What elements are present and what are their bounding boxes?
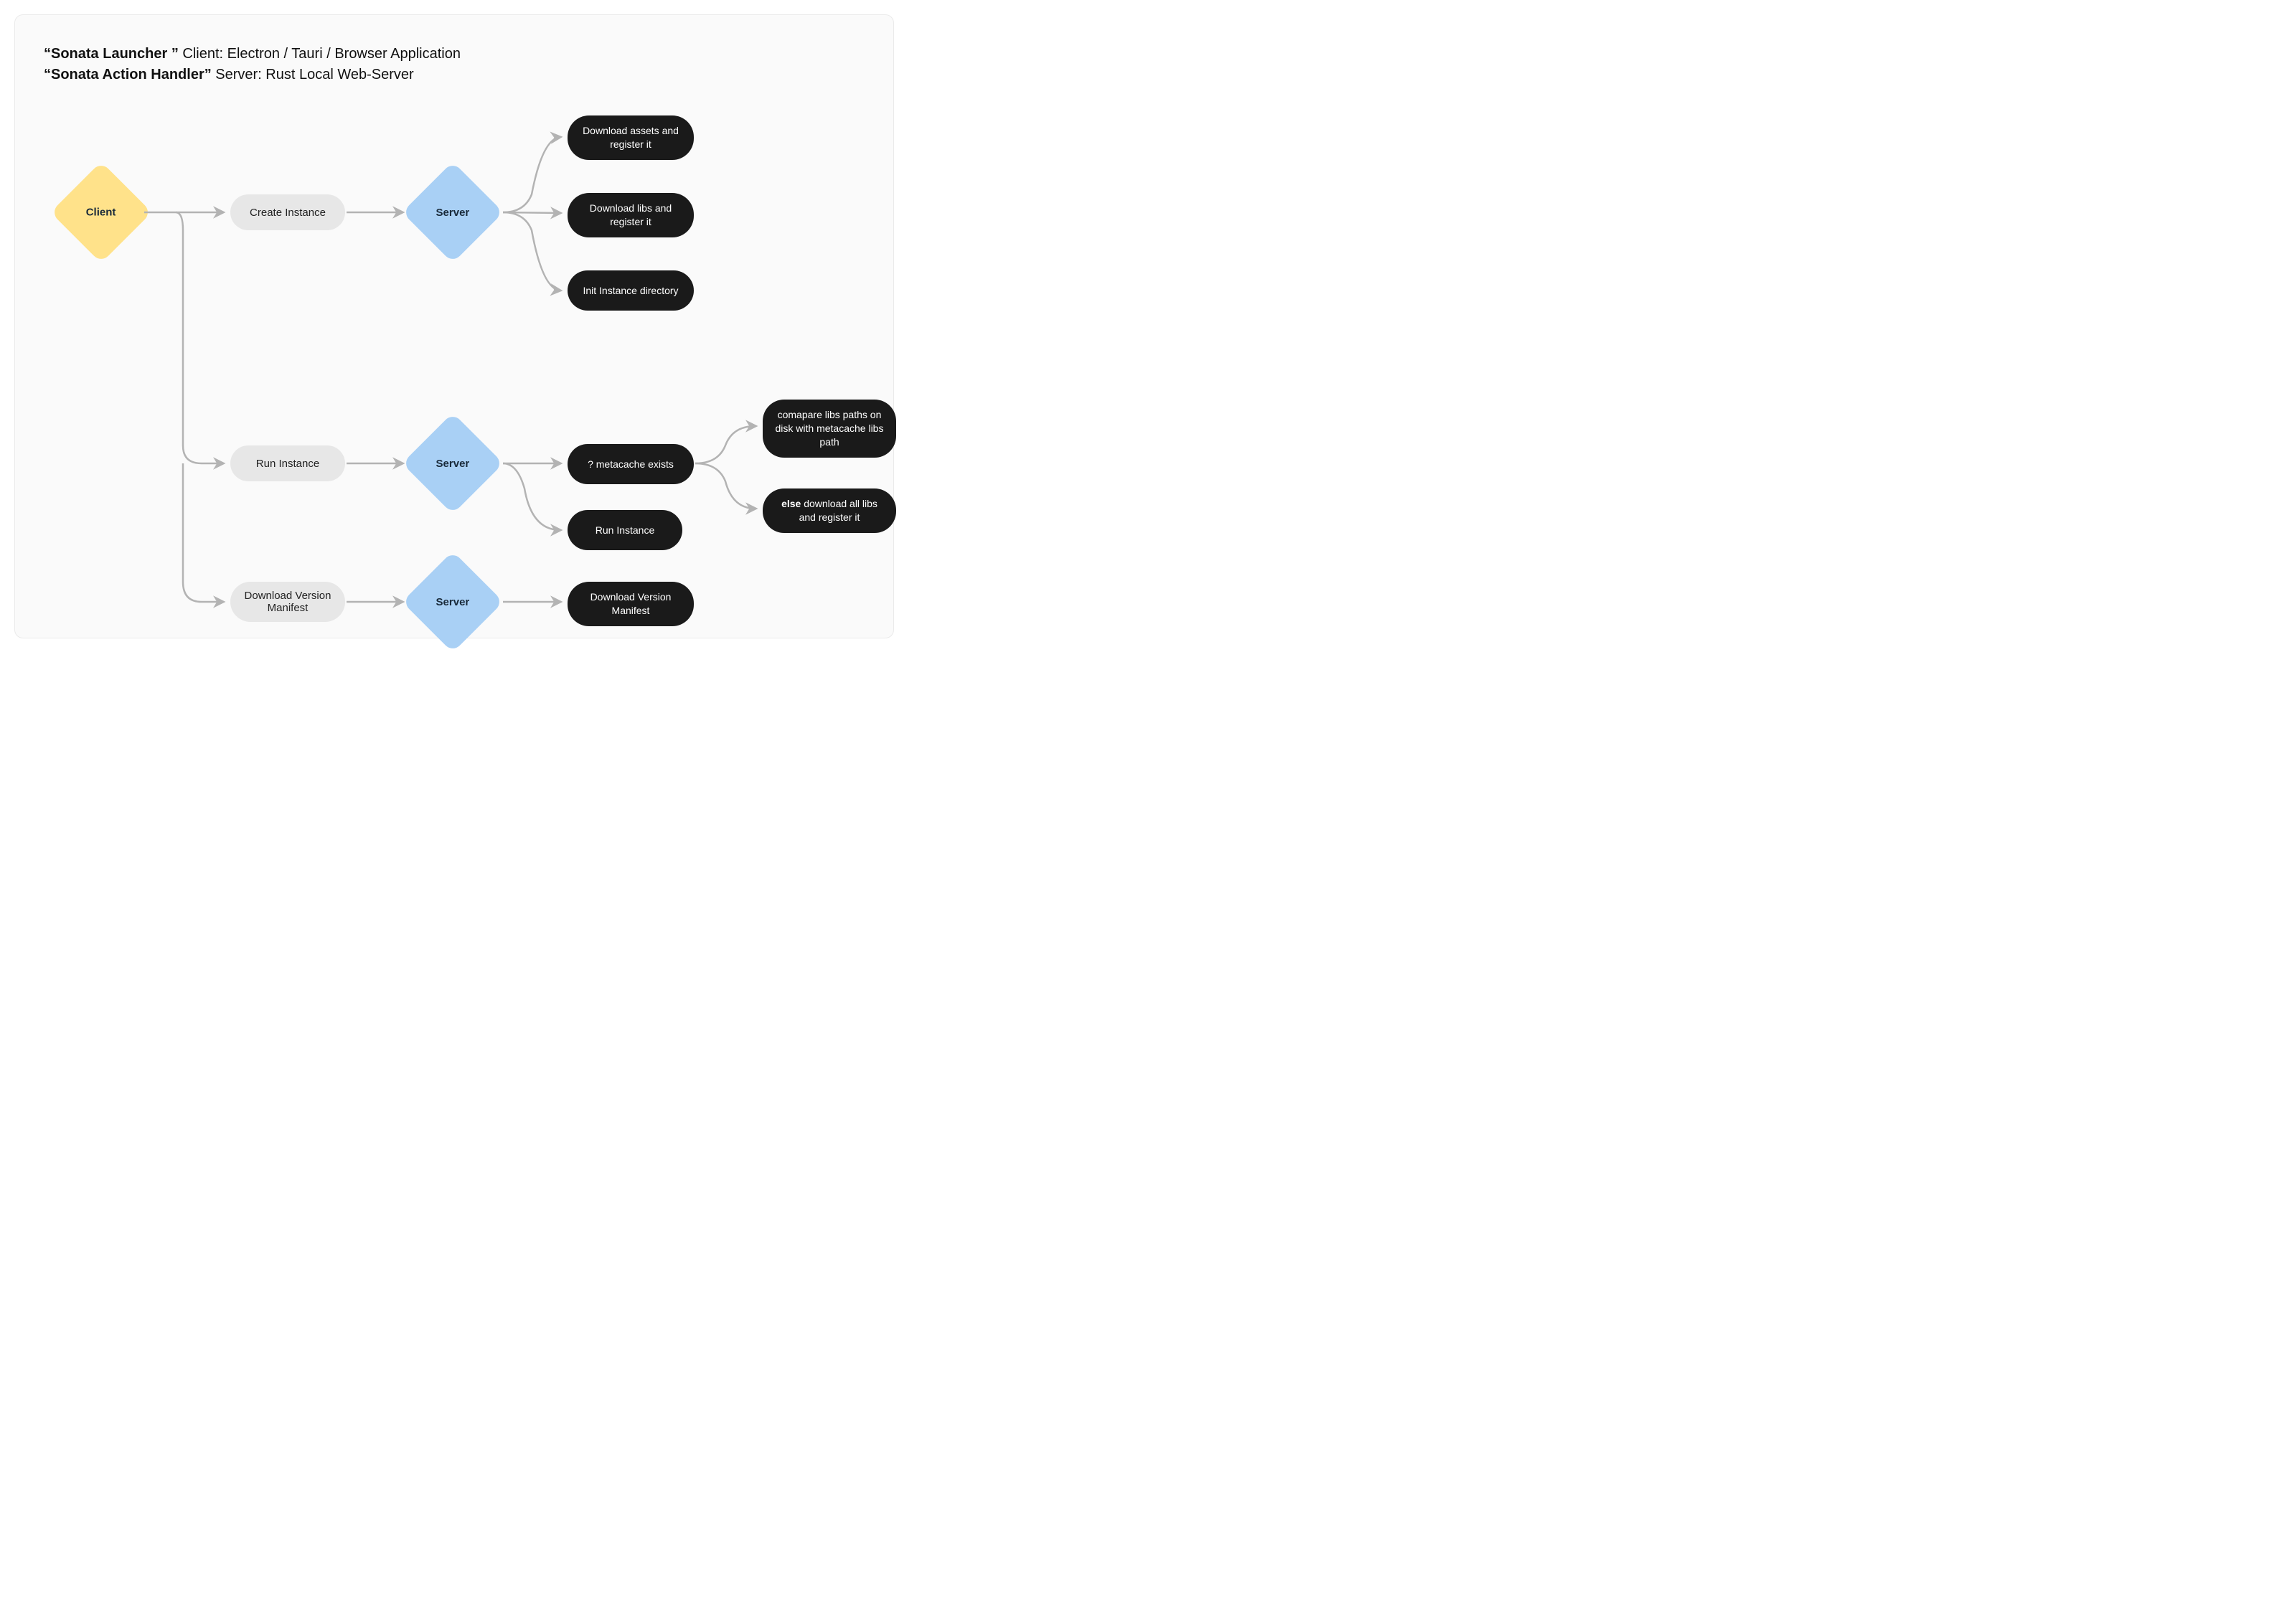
diagram-frame: “Sonata Launcher ” Client: Electron / Ta…: [14, 14, 894, 638]
server-label-3: Server: [436, 596, 470, 608]
client-diamond: Client: [50, 161, 151, 263]
header-line1-rest: Client: Electron / Tauri / Browser Appli…: [179, 46, 461, 62]
server-diamond-3: Server: [402, 551, 503, 652]
server-diamond-1: Server: [402, 161, 503, 263]
server-diamond-2: Server: [402, 412, 503, 514]
download-libs-pill: Download libs and register it: [568, 193, 694, 237]
metacache-exists-pill: ? metacache exists: [568, 444, 694, 484]
download-assets-pill: Download assets and register it: [568, 115, 694, 160]
header-line2-bold: “Sonata Action Handler”: [44, 67, 212, 82]
compare-libs-pill: comapare libs paths on disk with metacac…: [763, 400, 896, 458]
server-label-2: Server: [436, 458, 470, 470]
download-manifest-action-pill: Download Version Manifest: [568, 582, 694, 626]
init-instance-dir-pill: Init Instance directory: [568, 270, 694, 311]
create-instance-pill: Create Instance: [230, 194, 345, 230]
server-label-1: Server: [436, 207, 470, 219]
client-label: Client: [86, 206, 116, 218]
download-manifest-pill: Download Version Manifest: [230, 582, 345, 622]
header-line2-rest: Server: Rust Local Web-Server: [212, 67, 414, 82]
header: “Sonata Launcher ” Client: Electron / Ta…: [44, 44, 461, 85]
else-download-libs-pill: else download all libs and register it: [763, 488, 896, 533]
connectors-svg: [15, 15, 893, 638]
header-line1-bold: “Sonata Launcher ”: [44, 46, 179, 62]
run-instance-pill: Run Instance: [230, 445, 345, 481]
run-instance-action-pill: Run Instance: [568, 510, 682, 550]
